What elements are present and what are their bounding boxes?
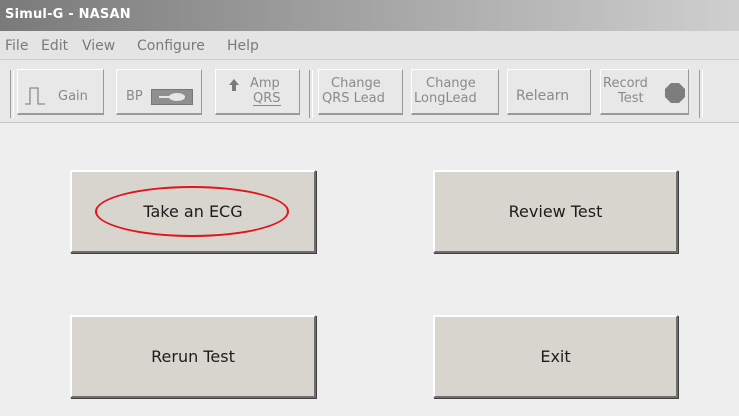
arrow-up-icon — [229, 79, 239, 91]
record-line2: Test — [618, 91, 644, 106]
title-bar: Simul-G - NASAN — [0, 0, 739, 31]
review-test-label: Review Test — [508, 202, 603, 221]
toolbar: Gain BP Amp QRS Change QRS Lead Change L… — [0, 60, 739, 123]
record-test-button[interactable]: Record Test — [600, 69, 689, 115]
gain-label: Gain — [58, 89, 88, 104]
menu-configure[interactable]: Configure — [137, 38, 205, 54]
change-qrs-line2: QRS Lead — [322, 91, 385, 106]
gain-button[interactable]: Gain — [17, 69, 104, 115]
take-ecg-button[interactable]: Take an ECG — [70, 170, 316, 253]
change-long-lead-button[interactable]: Change LongLead — [411, 69, 499, 115]
exit-button[interactable]: Exit — [433, 315, 678, 398]
exit-label: Exit — [540, 347, 571, 366]
rerun-test-label: Rerun Test — [151, 347, 235, 366]
bp-cuff-icon — [151, 89, 193, 105]
menu-file[interactable]: File — [5, 38, 28, 54]
app-window: Simul-G - NASAN File Edit View Configure… — [0, 0, 739, 416]
bp-label: BP — [126, 89, 143, 104]
menu-view[interactable]: View — [82, 38, 115, 54]
amp-label: Amp — [250, 76, 280, 91]
toolbar-separator — [309, 70, 313, 118]
amp-qrs-button[interactable]: Amp QRS — [215, 69, 300, 115]
toolbar-separator — [699, 70, 703, 118]
review-test-button[interactable]: Review Test — [433, 170, 678, 253]
take-ecg-label: Take an ECG — [143, 202, 243, 221]
change-qrs-line1: Change — [331, 76, 381, 91]
menu-edit[interactable]: Edit — [41, 38, 68, 54]
menu-help[interactable]: Help — [227, 38, 259, 54]
relearn-label: Relearn — [516, 88, 570, 104]
record-line1: Record — [603, 76, 648, 91]
qrs-label: QRS — [253, 91, 281, 106]
window-title: Simul-G - NASAN — [5, 7, 131, 22]
menu-bar: File Edit View Configure Help — [0, 31, 739, 60]
change-long-line1: Change — [426, 76, 476, 91]
relearn-button[interactable]: Relearn — [507, 69, 591, 115]
change-qrs-lead-button[interactable]: Change QRS Lead — [318, 69, 403, 115]
change-long-line2: LongLead — [414, 91, 477, 106]
toolbar-separator — [10, 70, 14, 118]
pulse-step-icon — [25, 87, 45, 105]
stop-octagon-icon — [665, 83, 685, 103]
rerun-test-button[interactable]: Rerun Test — [70, 315, 316, 398]
bp-button[interactable]: BP — [116, 69, 202, 115]
